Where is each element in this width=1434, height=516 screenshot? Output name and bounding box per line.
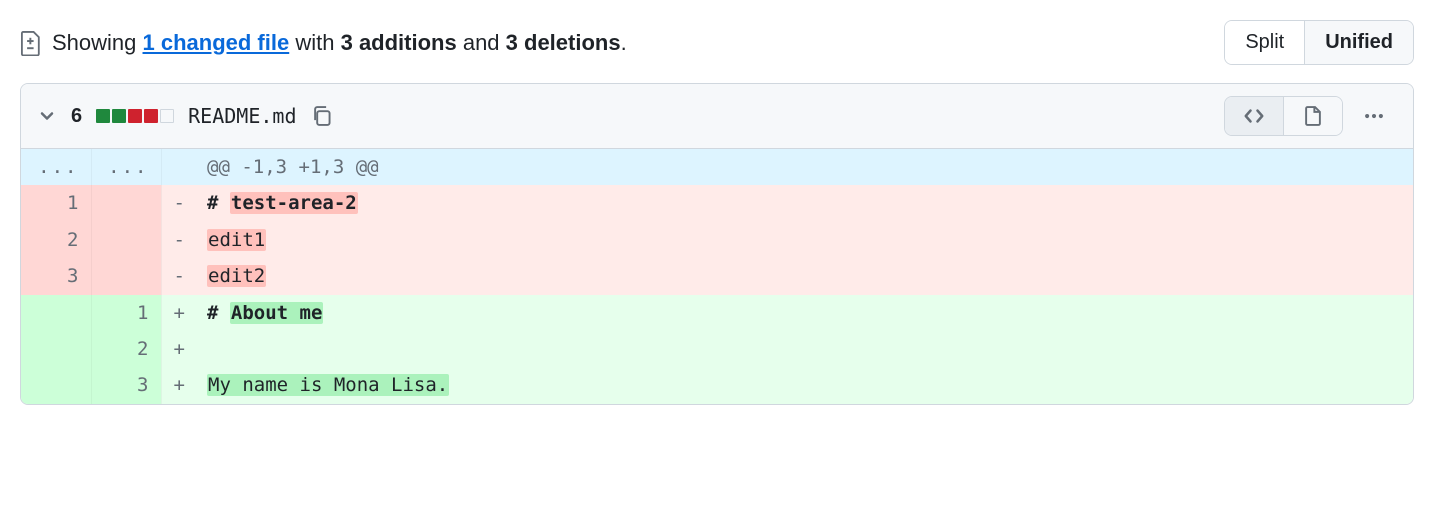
diff-line[interactable]: 3+My name is Mona Lisa. [21, 367, 1413, 403]
diff-marker: - [161, 222, 195, 258]
summary-and: and [457, 30, 506, 55]
diff-code: # About me [195, 295, 1413, 331]
diff-line[interactable]: 2+ [21, 331, 1413, 367]
diff-code: My name is Mona Lisa. [195, 367, 1413, 403]
diff-summary-text: Showing 1 changed file with 3 additions … [20, 30, 627, 56]
summary-with: with [289, 30, 340, 55]
unified-view-button[interactable]: Unified [1305, 21, 1413, 64]
hunk-dots: ... [108, 156, 148, 178]
diff-marker: - [161, 258, 195, 294]
diff-marker: + [161, 331, 195, 367]
file-actions-menu[interactable] [1351, 97, 1397, 135]
hunk-dots: ... [38, 156, 78, 178]
file-change-count: 6 [71, 105, 82, 128]
diff-marker: - [161, 185, 195, 221]
diffstat-del-block [144, 109, 158, 123]
deletions-count: 3 deletions [506, 30, 621, 55]
diffstat-neutral-block [160, 109, 174, 123]
hunk-header-text: @@ -1,3 +1,3 @@ [195, 149, 1413, 185]
diff-code [195, 331, 1413, 367]
diff-marker: + [161, 295, 195, 331]
summary-suffix: . [621, 30, 627, 55]
diff-table: ... ... @@ -1,3 +1,3 @@ 1-# test-area-22… [21, 149, 1413, 404]
new-line-number [91, 185, 161, 221]
summary-prefix: Showing [52, 30, 143, 55]
rendered-view-button[interactable] [1283, 97, 1342, 135]
new-line-number: 1 [91, 295, 161, 331]
new-line-number: 2 [91, 331, 161, 367]
diff-line[interactable]: 1+# About me [21, 295, 1413, 331]
diff-marker: + [161, 367, 195, 403]
changed-files-link[interactable]: 1 changed file [143, 30, 290, 55]
diff-line[interactable]: 2 -edit1 [21, 222, 1413, 258]
file-name[interactable]: README.md [188, 104, 296, 128]
code-icon [1243, 105, 1265, 127]
new-line-number [91, 258, 161, 294]
diff-summary-row: Showing 1 changed file with 3 additions … [20, 20, 1414, 65]
kebab-icon [1363, 105, 1385, 127]
diffstat-blocks [96, 109, 174, 123]
source-view-button[interactable] [1225, 97, 1283, 135]
split-view-button[interactable]: Split [1225, 21, 1305, 64]
diff-line[interactable]: 1 -# test-area-2 [21, 185, 1413, 221]
old-line-number: 1 [21, 185, 91, 221]
diffstat-del-block [128, 109, 142, 123]
old-line-number [21, 367, 91, 403]
diff-code: edit2 [195, 258, 1413, 294]
old-line-number: 2 [21, 222, 91, 258]
old-line-number [21, 331, 91, 367]
new-line-number [91, 222, 161, 258]
file-icon [1302, 105, 1324, 127]
diffstat-add-block [112, 109, 126, 123]
file-view-mode-group [1224, 96, 1343, 136]
copy-icon[interactable] [311, 105, 333, 127]
file-header: 6 README.md [21, 84, 1413, 149]
file-header-left: 6 README.md [37, 104, 333, 128]
diff-line[interactable]: 3 -edit2 [21, 258, 1413, 294]
diff-view-toggle: Split Unified [1224, 20, 1414, 65]
chevron-down-icon[interactable] [37, 106, 57, 126]
old-line-number [21, 295, 91, 331]
file-header-right [1224, 96, 1397, 136]
diffstat-add-block [96, 109, 110, 123]
file-diff-icon [20, 30, 42, 56]
new-line-number: 3 [91, 367, 161, 403]
additions-count: 3 additions [341, 30, 457, 55]
hunk-header-row: ... ... @@ -1,3 +1,3 @@ [21, 149, 1413, 185]
diff-code: edit1 [195, 222, 1413, 258]
old-line-number: 3 [21, 258, 91, 294]
diff-code: # test-area-2 [195, 185, 1413, 221]
file-diff-container: 6 README.md [20, 83, 1414, 405]
